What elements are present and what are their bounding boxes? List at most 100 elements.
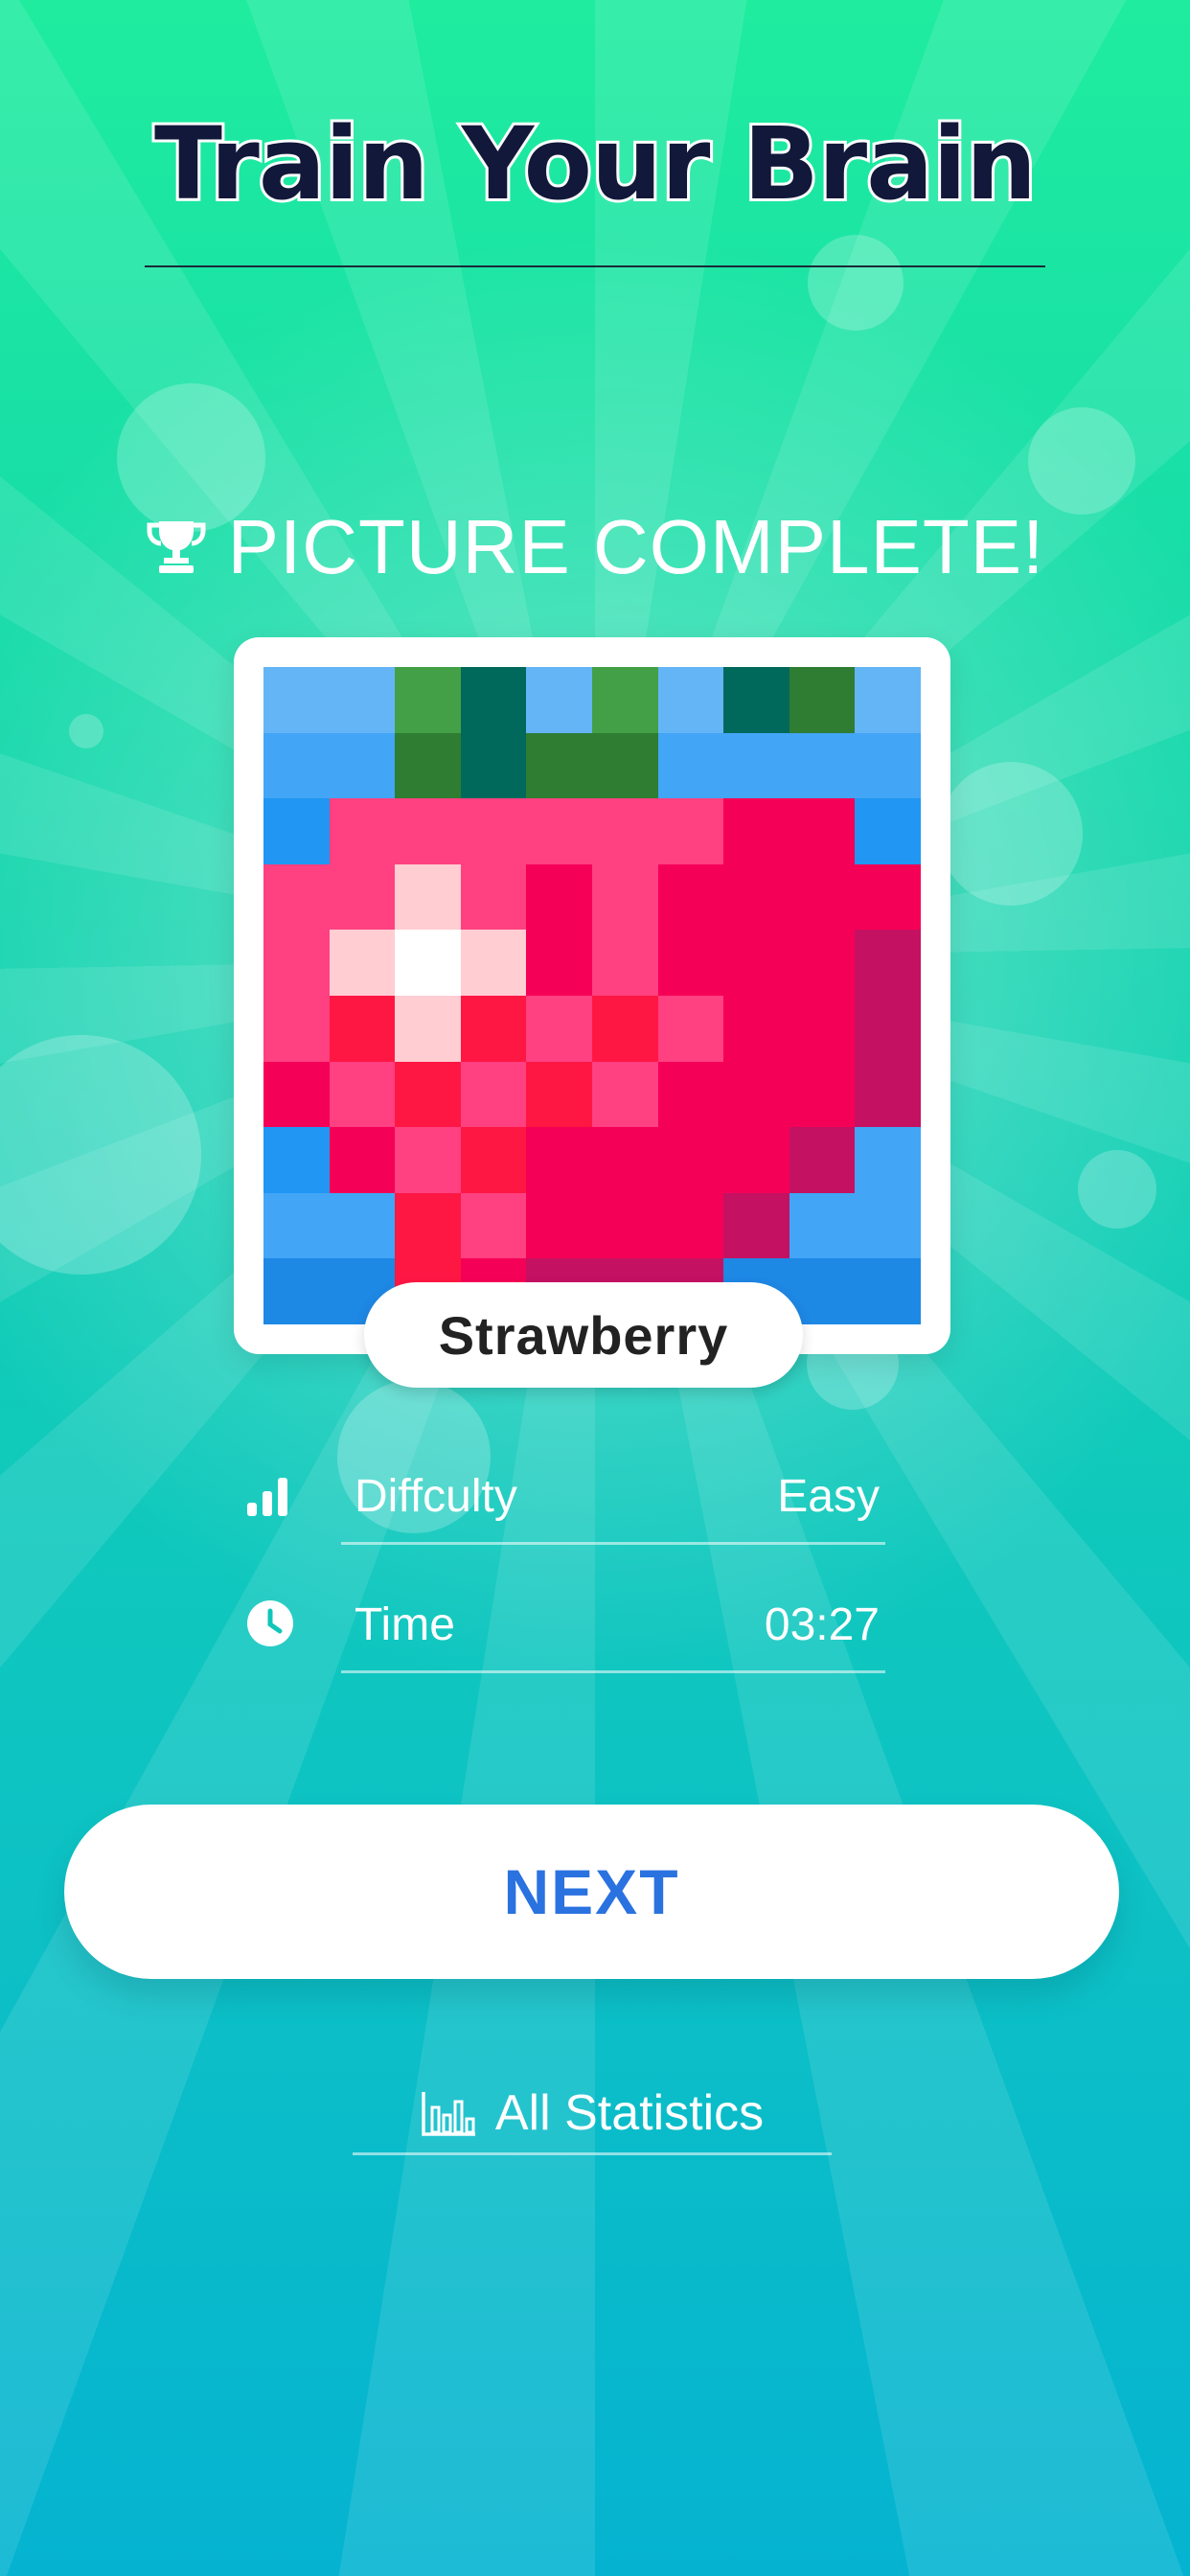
pixel-cell	[460, 667, 527, 733]
pixel-cell	[723, 798, 790, 864]
background-bubble	[1028, 407, 1135, 515]
pixel-cell	[329, 1192, 396, 1259]
stat-row-difficulty: Diffculty Easy	[241, 1449, 885, 1545]
completion-headline: PICTURE COMPLETE!	[0, 503, 1190, 591]
picture-card	[234, 637, 950, 1354]
pixel-cell	[460, 1127, 527, 1193]
pixel-cell	[591, 667, 658, 733]
pixel-cell	[395, 1192, 461, 1259]
pixel-cell	[723, 732, 790, 799]
pixel-cell	[526, 1061, 592, 1128]
pixel-cell	[526, 863, 592, 931]
pixel-cell	[263, 798, 330, 864]
pixel-cell	[526, 667, 592, 733]
pixel-cell	[263, 667, 330, 733]
pixel-cell	[591, 930, 658, 996]
pixel-cell	[460, 995, 527, 1062]
pixel-cell	[263, 1258, 330, 1324]
next-button[interactable]: NEXT	[64, 1805, 1119, 1979]
pixel-cell	[591, 798, 658, 864]
pixel-cell	[789, 930, 856, 996]
pixel-cell	[723, 930, 790, 996]
pixel-cell	[263, 1127, 330, 1193]
pixel-cell	[460, 1192, 527, 1259]
page-title: Train Your Brain	[151, 103, 1040, 225]
clock-icon	[247, 1600, 293, 1646]
pixel-cell	[263, 732, 330, 799]
pixel-cell	[263, 863, 330, 931]
pixel-cell	[460, 863, 527, 931]
pixel-cell	[789, 667, 856, 733]
title-divider	[145, 265, 1045, 267]
next-button-label: NEXT	[503, 1856, 680, 1927]
pixel-cell	[395, 798, 461, 864]
pixel-cell	[460, 930, 527, 996]
pixel-cell	[855, 1192, 921, 1259]
pixel-cell	[526, 732, 592, 799]
pixel-cell	[526, 1192, 592, 1259]
pixel-cell	[657, 863, 724, 931]
pixel-cell	[591, 1127, 658, 1193]
pixel-cell	[329, 995, 396, 1062]
pixel-cell	[789, 1192, 856, 1259]
background-bubble	[1078, 1150, 1156, 1229]
pixel-cell	[395, 667, 461, 733]
pixel-cell	[591, 995, 658, 1062]
pixel-cell	[395, 930, 461, 996]
all-statistics-link[interactable]: All Statistics	[353, 2070, 832, 2156]
pixel-cell	[855, 1127, 921, 1193]
pixel-cell	[395, 732, 461, 799]
pixel-cell	[591, 863, 658, 931]
pixel-cell	[657, 995, 724, 1062]
pixel-cell	[263, 1192, 330, 1259]
pixel-cell	[855, 1258, 921, 1324]
pixel-cell	[526, 995, 592, 1062]
stat-label: Diffculty	[355, 1471, 517, 1522]
pixel-cell	[657, 930, 724, 996]
pixel-cell	[526, 1127, 592, 1193]
pixel-cell	[789, 798, 856, 864]
pixel-cell	[657, 1127, 724, 1193]
picture-name: Strawberry	[438, 1304, 729, 1366]
pixel-cell	[329, 863, 396, 931]
pixel-cell	[263, 930, 330, 996]
pixel-cell	[789, 995, 856, 1062]
pixel-cell	[460, 1061, 527, 1128]
background-bubble	[69, 714, 103, 748]
stat-divider	[341, 1542, 885, 1545]
pixel-cell	[263, 1061, 330, 1128]
pixel-cell	[657, 1061, 724, 1128]
pixel-cell	[329, 930, 396, 996]
pixel-cell	[855, 930, 921, 996]
pixel-cell	[395, 1127, 461, 1193]
background-bubble	[0, 1035, 201, 1275]
trophy-icon	[147, 521, 206, 573]
pixel-cell	[395, 995, 461, 1062]
pixel-cell	[657, 667, 724, 733]
pixel-cell	[460, 732, 527, 799]
picture-name-pill: Strawberry	[364, 1282, 803, 1388]
stat-label: Time	[355, 1599, 455, 1650]
pixel-cell	[460, 798, 527, 864]
pixel-cell	[657, 732, 724, 799]
pixel-cell	[855, 1061, 921, 1128]
stat-value: Easy	[777, 1471, 880, 1522]
pixel-cell	[657, 798, 724, 864]
pixel-cell	[526, 798, 592, 864]
bar-chart-icon	[422, 2092, 475, 2136]
all-statistics-underline	[353, 2152, 832, 2155]
pixel-cell	[855, 798, 921, 864]
pixel-cell	[329, 798, 396, 864]
pixel-cell	[591, 1061, 658, 1128]
all-statistics-label: All Statistics	[494, 2085, 765, 2141]
background-bubble	[808, 235, 904, 331]
pixel-cell	[723, 863, 790, 931]
pixel-art-strawberry	[263, 667, 921, 1324]
pixel-cell	[591, 732, 658, 799]
pixel-cell	[789, 1127, 856, 1193]
stat-value: 03:27	[764, 1599, 880, 1650]
pixel-cell	[329, 1127, 396, 1193]
pixel-cell	[855, 863, 921, 931]
pixel-cell	[723, 1061, 790, 1128]
pixel-cell	[591, 1192, 658, 1259]
